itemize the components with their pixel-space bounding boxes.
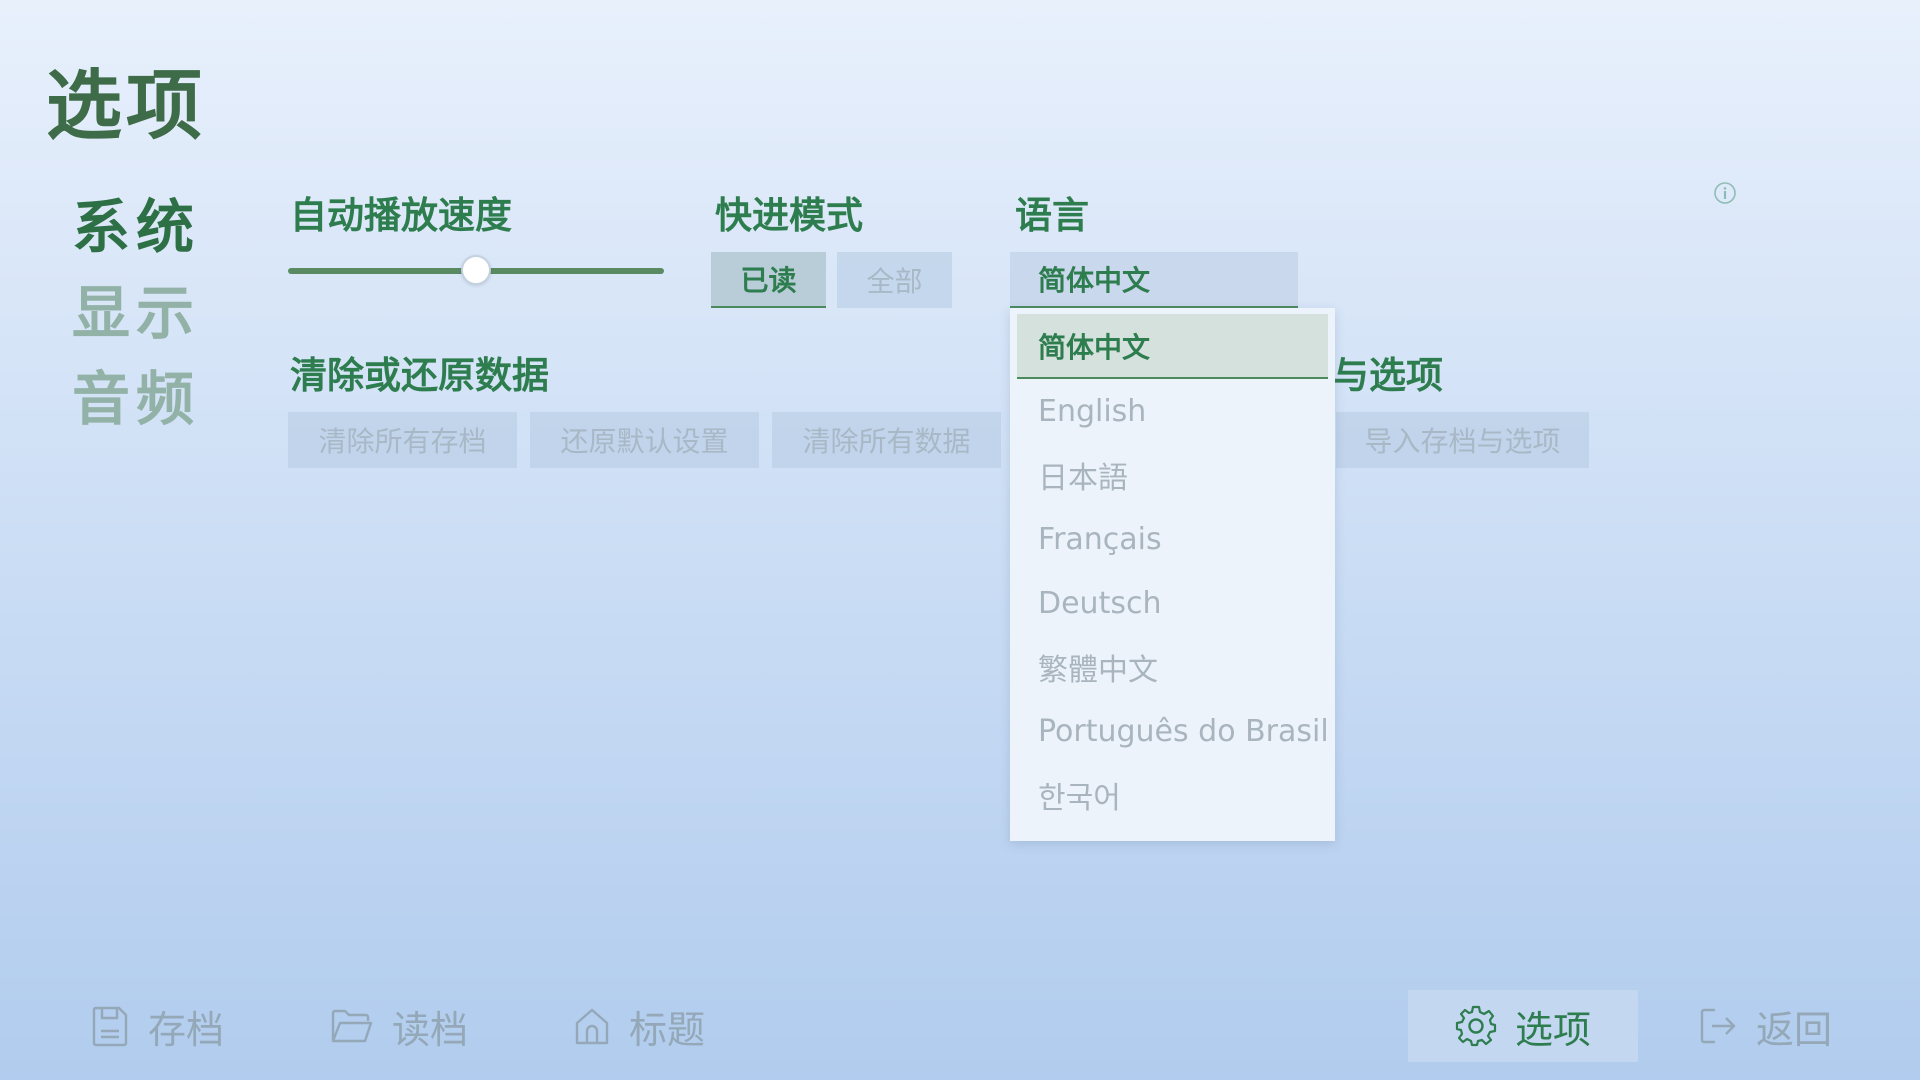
nav-back-button[interactable]: 返回 (1698, 990, 1832, 1062)
nav-title-button[interactable]: 标题 (573, 990, 705, 1062)
clear-saves-button[interactable]: 清除所有存档 (288, 412, 517, 468)
category-audio[interactable]: 音频 (72, 352, 200, 436)
save-icon (92, 1006, 128, 1047)
nav-save-label: 存档 (148, 1007, 225, 1052)
page-title: 选项 (46, 61, 206, 150)
info-icon[interactable] (1713, 181, 1737, 205)
nav-back-label: 返回 (1756, 1007, 1833, 1052)
language-option-zh-hans[interactable]: 简体中文 (1017, 314, 1328, 379)
language-option-zh-hant[interactable]: 繁體中文 (1017, 635, 1328, 699)
folder-icon (331, 1009, 373, 1043)
language-option-portuguese-br[interactable]: Português do Brasil (1017, 699, 1329, 763)
slider-thumb[interactable] (461, 255, 491, 285)
language-select[interactable]: 简体中文 (1010, 252, 1298, 308)
restore-defaults-button[interactable]: 还原默认设置 (530, 412, 759, 468)
exit-icon (1700, 1008, 1736, 1044)
language-option-german[interactable]: Deutsch (1017, 571, 1328, 635)
data-title: 清除或还原数据 (290, 354, 549, 397)
nav-load-button[interactable]: 读档 (330, 990, 468, 1062)
auto-speed-title: 自动播放速度 (290, 194, 512, 237)
category-system[interactable]: 系统 (72, 180, 200, 264)
home-icon (575, 1008, 609, 1045)
category-display[interactable]: 显示 (72, 266, 200, 350)
language-option-english[interactable]: English (1017, 379, 1328, 443)
import-title: 与选项 (1332, 354, 1443, 397)
nav-load-label: 读档 (392, 1007, 469, 1052)
skip-mode-title: 快进模式 (715, 194, 863, 237)
auto-speed-slider[interactable] (288, 255, 664, 285)
language-dropdown: 简体中文 English 日本語 Français Deutsch 繁體中文 P… (1010, 308, 1335, 841)
nav-options-button[interactable]: 选项 (1408, 990, 1638, 1062)
language-option-french[interactable]: Français (1017, 507, 1328, 571)
nav-options-label: 选项 (1514, 1007, 1591, 1052)
nav-save-button[interactable]: 存档 (90, 990, 224, 1062)
language-title: 语言 (1015, 194, 1089, 237)
import-saves-button[interactable]: 导入存档与选项 (1336, 412, 1589, 468)
clear-all-data-button[interactable]: 清除所有数据 (772, 412, 1001, 468)
nav-title-label: 标题 (629, 1007, 706, 1052)
gear-icon (1455, 1005, 1497, 1047)
language-option-korean[interactable]: 한국어 (1017, 763, 1328, 827)
skip-all-button[interactable]: 全部 (837, 252, 952, 308)
skip-read-button[interactable]: 已读 (711, 252, 826, 308)
language-option-japanese[interactable]: 日本語 (1017, 443, 1328, 507)
